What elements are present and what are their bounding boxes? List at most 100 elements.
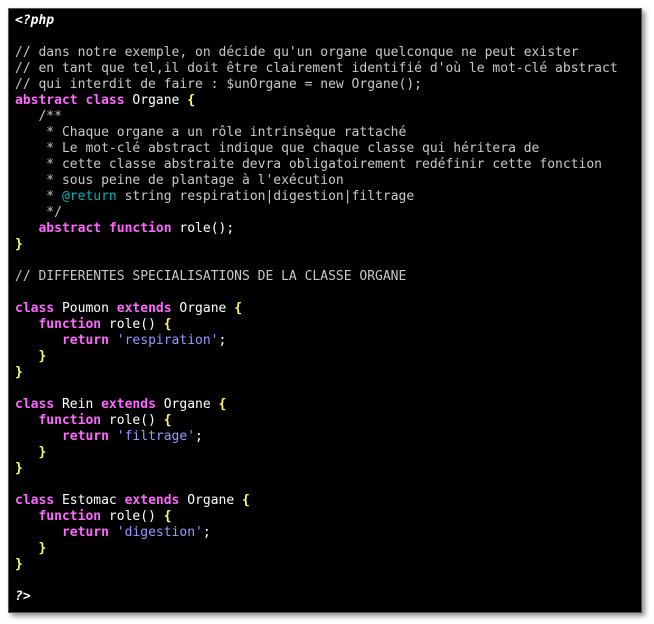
code-token: Organe <box>179 493 243 508</box>
code-token: * cette classe abstraite devra obligatoi… <box>15 157 602 172</box>
code-line: abstract function role(); <box>15 221 618 237</box>
code-token: <?php <box>15 13 55 28</box>
code-token: */ <box>15 205 62 220</box>
code-line: * @return string respiration|digestion|f… <box>15 189 618 205</box>
code-token: extends <box>124 493 180 508</box>
code-line: // en tant que tel,il doit être claireme… <box>15 61 618 77</box>
code-line: abstract class Organe { <box>15 93 618 109</box>
code-token: ; <box>195 429 203 444</box>
code-token: { <box>163 413 172 428</box>
code-token: } <box>15 461 23 476</box>
code-token: abstract <box>38 221 102 236</box>
code-token: extends <box>101 397 156 412</box>
code-token: function <box>108 221 172 236</box>
code-token: Rein <box>54 397 102 412</box>
code-line: <?php <box>15 13 618 29</box>
code-token: abstract <box>15 93 78 108</box>
code-line: class Rein extends Organe { <box>15 397 618 413</box>
code-token: Organe <box>155 397 219 412</box>
code-line: ?> <box>15 589 618 605</box>
code-token: return <box>61 333 109 348</box>
code-token: role() <box>101 317 164 332</box>
code-viewer-frame: <?php // dans notre exemple, on décide qu… <box>8 8 642 613</box>
code-token: // en tant que tel,il doit être claireme… <box>15 61 618 76</box>
code-token: ; <box>202 525 211 540</box>
code-token: role() <box>101 509 164 524</box>
code-token: 'digestion' <box>116 525 203 540</box>
code-token: Poumon <box>54 301 117 316</box>
code-token: } <box>38 349 47 364</box>
code-line: } <box>15 349 618 365</box>
code-line: */ <box>15 205 618 221</box>
code-token: string respiration|digestion|filtrage <box>116 189 415 204</box>
code-line: // dans notre exemple, on décide qu'un o… <box>15 45 618 61</box>
code-token: function <box>38 413 102 428</box>
code-token: * <box>15 189 62 204</box>
code-token: { <box>187 93 196 108</box>
code-line: * cette classe abstraite devra obligatoi… <box>15 157 618 173</box>
code-line: return 'digestion'; <box>15 525 618 541</box>
code-token: // DIFFERENTES SPECIALISATIONS DE LA CLA… <box>15 269 407 284</box>
code-line: // DIFFERENTES SPECIALISATIONS DE LA CLA… <box>15 269 618 285</box>
code-token: 'filtrage' <box>116 429 196 444</box>
code-line: } <box>15 461 618 477</box>
code-line: class Poumon extends Organe { <box>15 301 618 317</box>
code-line: function role() { <box>15 413 618 429</box>
code-token: class <box>15 397 55 412</box>
code-token: extends <box>116 301 172 316</box>
code-line: return 'filtrage'; <box>15 429 618 445</box>
code-token: { <box>234 301 243 316</box>
code-token: { <box>242 493 250 508</box>
code-line: function role() { <box>15 509 618 525</box>
code-token: { <box>163 509 172 524</box>
code-token: role(); <box>171 221 235 236</box>
code-line: function role() { <box>15 317 618 333</box>
code-token: Estomac <box>54 493 125 508</box>
code-token: } <box>38 541 47 556</box>
code-line: // qui interdit de faire : $unOrgane = n… <box>15 77 618 93</box>
code-token: class <box>85 93 125 108</box>
code-token: role() <box>101 413 164 428</box>
code-token: * sous peine de plantage à l'exécution <box>15 173 344 188</box>
code-token: } <box>38 445 47 460</box>
code-token: } <box>15 557 23 572</box>
code-token: class <box>15 301 55 316</box>
code-token: @return <box>61 189 117 204</box>
code-token: Organe <box>124 93 188 108</box>
code-token: } <box>15 365 23 380</box>
code-token: return <box>61 429 109 444</box>
code-line: } <box>15 557 618 573</box>
code-token: class <box>15 493 55 508</box>
code-token: ?> <box>15 589 31 604</box>
code-token: Organe <box>171 301 235 316</box>
code-token: /** <box>15 109 62 124</box>
code-line: } <box>15 237 618 253</box>
code-token: // dans notre exemple, on décide qu'un o… <box>15 45 579 60</box>
code-token: function <box>38 317 102 332</box>
code-line: /** <box>15 109 618 125</box>
code-line: class Estomac extends Organe { <box>15 493 618 509</box>
code-token: return <box>61 525 109 540</box>
code-block: <?php // dans notre exemple, on décide qu… <box>15 13 618 605</box>
code-token: ; <box>218 333 227 348</box>
code-line: * Chaque organe a un rôle intrinsèque ra… <box>15 125 618 141</box>
code-token: { <box>218 397 227 412</box>
code-token: function <box>38 509 102 524</box>
